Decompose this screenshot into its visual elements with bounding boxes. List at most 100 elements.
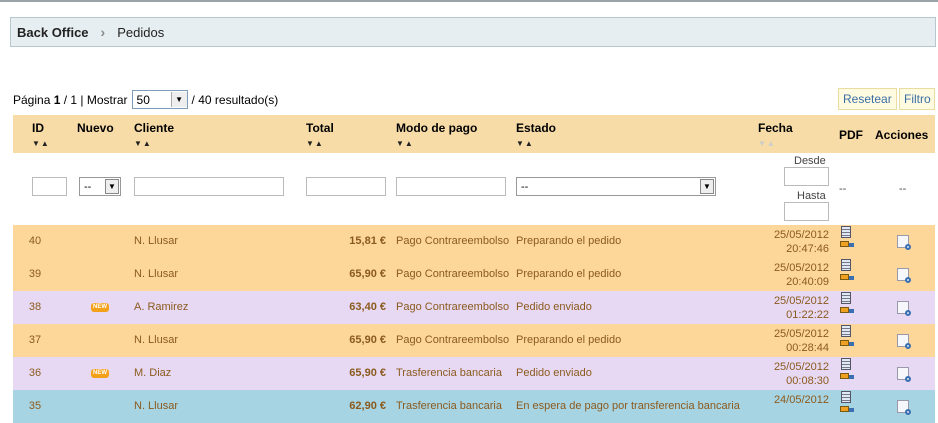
status-filter-select[interactable]: -- ▼ <box>516 177 716 196</box>
view-details-icon[interactable] <box>897 235 911 250</box>
top-border <box>0 0 938 2</box>
date-from-input[interactable] <box>784 167 829 186</box>
view-details-icon[interactable] <box>897 400 911 415</box>
reset-button[interactable]: Resetear <box>838 88 897 110</box>
client-filter-input[interactable] <box>134 177 284 196</box>
invoice-icon[interactable] <box>841 226 851 238</box>
order-date-day: 25/05/2012 <box>773 262 829 274</box>
payment-method: Trasferencia bancaria <box>396 400 502 412</box>
order-total: 65,90 € <box>349 334 386 346</box>
date-to-input[interactable] <box>784 202 829 221</box>
order-date: 25/05/2012 00:28:44 <box>748 327 829 355</box>
col-total: Total ▼▲ <box>306 121 334 148</box>
order-date-time: 20:47:46 <box>786 243 829 255</box>
new-badge-icon: NEW <box>91 303 109 312</box>
delivery-slip-icon[interactable] <box>840 307 854 316</box>
new-badge-icon: NEW <box>91 369 109 378</box>
sort-icon[interactable]: ▼▲ <box>758 140 793 148</box>
client-name: N. Llusar <box>134 268 179 280</box>
breadcrumb: Back Office › Pedidos <box>10 17 936 47</box>
order-total: 65,90 € <box>349 268 386 280</box>
table-row[interactable]: 35 N. Llusar 62,90 € Trasferencia bancaria E… <box>13 390 935 423</box>
col-new: Nuevo <box>77 121 114 135</box>
order-status: Preparando el pedido <box>516 334 622 346</box>
view-details-icon[interactable] <box>897 268 911 283</box>
id-filter-input[interactable] <box>32 177 67 196</box>
col-id: ID ▼▲ <box>32 121 50 148</box>
total-filter-input[interactable] <box>306 177 386 196</box>
client-name: N. Llusar <box>134 334 179 346</box>
per-page-select[interactable]: 50 ▼ <box>131 90 188 109</box>
sort-icon[interactable]: ▼▲ <box>32 140 50 148</box>
sort-icon[interactable]: ▼▲ <box>396 140 477 148</box>
delivery-slip-icon[interactable] <box>840 406 854 415</box>
pdf-links <box>840 358 854 382</box>
table-row[interactable]: 39 N. Llusar 65,90 € Pago Contrareembolso Pr… <box>13 258 935 291</box>
order-status: Preparando el pedido <box>516 235 622 247</box>
order-total: 63,40 € <box>349 301 386 313</box>
page-of: / 1 | Mostrar <box>63 92 128 107</box>
per-page-value: 50 <box>136 92 150 107</box>
order-id: 38 <box>28 301 42 313</box>
order-id: 37 <box>28 334 42 346</box>
pdf-links <box>840 391 854 415</box>
order-date-day: 25/05/2012 <box>773 295 829 307</box>
invoice-icon[interactable] <box>841 292 851 304</box>
invoice-icon[interactable] <box>841 259 851 271</box>
col-client: Cliente ▼▲ <box>134 121 175 148</box>
table-row[interactable]: 38 NEW A. Ramirez 63,40 € Pago Contrareembol… <box>13 291 935 324</box>
invoice-icon[interactable] <box>841 391 851 403</box>
client-name: N. Llusar <box>134 235 179 247</box>
filter-row: -- ▼ -- ▼ Desde Hasta -- -- <box>13 153 935 225</box>
results-count: / 40 resultado(s) <box>191 92 279 107</box>
pagination: Página 1 / 1 | Mostrar 50 ▼ / 40 resulta… <box>13 90 278 109</box>
view-details-icon[interactable] <box>897 334 911 349</box>
invoice-icon[interactable] <box>841 358 851 370</box>
table-row[interactable]: 36 NEW M. Diaz 65,90 € Trasferencia bancaria… <box>13 357 935 390</box>
date-to-label: Hasta <box>797 190 826 202</box>
table-row[interactable]: 40 N. Llusar 15,81 € Pago Contrareembolso Pr… <box>13 225 935 258</box>
payment-filter-input[interactable] <box>396 177 506 196</box>
sort-icon[interactable]: ▼▲ <box>306 140 334 148</box>
delivery-slip-icon[interactable] <box>840 274 854 283</box>
order-total: 15,81 € <box>349 235 386 247</box>
date-from-label: Desde <box>794 155 826 167</box>
delivery-slip-icon[interactable] <box>840 241 854 250</box>
col-date: Fecha ▼▲ <box>758 121 793 148</box>
filter-button[interactable]: Filtro <box>899 88 935 110</box>
sort-icon[interactable]: ▼▲ <box>134 140 174 148</box>
client-name: N. Llusar <box>134 400 179 412</box>
orders-table: ID ▼▲ Nuevo Cliente ▼▲ Total ▼▲ Modo de pag… <box>13 115 935 423</box>
breadcrumb-home[interactable]: Back Office <box>17 25 89 40</box>
table-row[interactable]: 37 N. Llusar 65,90 € Pago Contrareembolso Pr… <box>13 324 935 357</box>
order-id: 39 <box>28 268 42 280</box>
dropdown-arrow-icon[interactable]: ▼ <box>105 179 119 194</box>
order-status: En espera de pago por transferencia banc… <box>516 400 740 412</box>
order-date-day: 25/05/2012 <box>773 229 829 241</box>
client-name: M. Diaz <box>134 367 172 379</box>
dropdown-arrow-icon[interactable]: ▼ <box>170 92 187 107</box>
pdf-filter-dash: -- <box>839 183 847 195</box>
breadcrumb-current: Pedidos <box>117 24 165 40</box>
order-date-day: 25/05/2012 <box>773 361 829 373</box>
order-id: 36 <box>28 367 42 379</box>
view-details-icon[interactable] <box>897 301 911 316</box>
order-date-day: 25/05/2012 <box>773 328 829 340</box>
delivery-slip-icon[interactable] <box>840 373 854 382</box>
order-date: 25/05/2012 00:08:30 <box>748 360 829 388</box>
pdf-links <box>840 226 854 250</box>
order-date: 25/05/2012 01:22:22 <box>748 294 829 322</box>
invoice-icon[interactable] <box>841 325 851 337</box>
new-filter-select[interactable]: -- ▼ <box>79 177 121 196</box>
dropdown-arrow-icon[interactable]: ▼ <box>700 179 714 194</box>
payment-method: Pago Contrareembolso <box>396 235 510 247</box>
actions-filter-dash: -- <box>899 183 907 195</box>
order-date: 25/05/2012 20:47:46 <box>748 228 829 256</box>
sort-icon[interactable]: ▼▲ <box>516 140 556 148</box>
chevron-right-icon: › <box>100 24 106 40</box>
order-id: 35 <box>28 400 42 412</box>
order-date-day: 24/05/2012 <box>773 394 829 406</box>
col-actions: Acciones <box>875 128 929 142</box>
view-details-icon[interactable] <box>897 367 911 382</box>
delivery-slip-icon[interactable] <box>840 340 854 349</box>
